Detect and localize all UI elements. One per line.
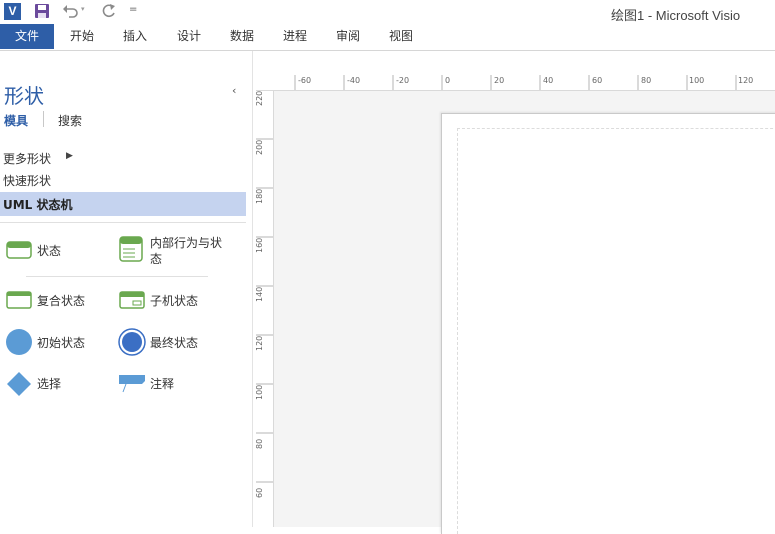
shapes-pane: 形状 ‹ 模具 搜索 更多形状 ▶ 快速形状 UML 状态机 状态 内部行为与状… — [0, 51, 253, 527]
shape-label: 最终状态 — [150, 336, 199, 350]
redo-icon[interactable] — [101, 3, 117, 19]
shape-initial-state[interactable]: 初始状态 — [4, 327, 114, 357]
visio-logo-icon[interactable]: V — [4, 3, 21, 20]
state-icon — [6, 241, 32, 259]
shape-submachine-state[interactable]: 子机状态 — [117, 286, 237, 316]
divider — [0, 222, 246, 223]
ruler-label: -20 — [396, 76, 410, 85]
tab-file[interactable]: 文件 — [0, 24, 54, 49]
horizontal-ruler[interactable]: -60 -40 -20 0 20 40 60 80 100 120 — [273, 72, 775, 91]
undo-icon[interactable] — [62, 3, 80, 19]
ruler-label: 140 — [255, 286, 264, 302]
ruler-ticks — [256, 90, 273, 483]
final-state-icon — [118, 328, 146, 356]
chevron-right-icon[interactable]: ▶ — [66, 151, 73, 161]
shape-label: 子机状态 — [150, 294, 199, 308]
shape-label: 状态 — [37, 244, 62, 258]
undo-dropdown-icon[interactable]: ▾ — [81, 5, 85, 13]
choice-icon — [7, 372, 31, 396]
tab-design[interactable]: 设计 — [177, 24, 201, 49]
save-icon[interactable] — [34, 3, 50, 19]
composite-state-icon — [6, 291, 32, 309]
internal-behavior-icon — [119, 236, 143, 262]
title-bar: V ▾ = 绘图1 - Microsoft Visio — [0, 0, 775, 24]
customize-icon[interactable]: = — [129, 4, 137, 15]
shape-label: 选择 — [37, 377, 62, 391]
shape-internal-behavior-state[interactable]: 内部行为与状态 — [117, 234, 247, 270]
shape-label: 复合状态 — [37, 294, 86, 308]
tab-process[interactable]: 进程 — [283, 24, 307, 49]
shape-final-state[interactable]: 最终状态 — [117, 327, 237, 357]
ruler-label: 80 — [255, 438, 264, 449]
more-shapes-link[interactable]: 更多形状 — [3, 150, 51, 167]
ruler-label: 100 — [689, 76, 705, 85]
window-title: 绘图1 - Microsoft Visio — [611, 8, 741, 23]
stencil-label: UML 状态机 — [3, 198, 73, 212]
ruler-label: 0 — [445, 76, 451, 85]
ruler-label: 120 — [738, 76, 754, 85]
shape-state[interactable]: 状态 — [4, 234, 114, 268]
divider — [43, 111, 44, 127]
ruler-label: 220 — [255, 90, 264, 106]
ruler-corner — [253, 72, 273, 90]
ruler-label: 20 — [494, 76, 505, 85]
ruler-label: 60 — [255, 487, 264, 498]
ruler-label: 200 — [255, 139, 264, 155]
vertical-ruler[interactable]: 220 200 180 160 140 120 100 80 60 — [253, 90, 274, 527]
shape-note[interactable]: 注释 — [117, 369, 237, 399]
tab-review[interactable]: 审阅 — [336, 24, 360, 49]
ruler-label: 80 — [641, 76, 652, 85]
ruler-label: 40 — [543, 76, 554, 85]
ruler-label: -60 — [298, 76, 312, 85]
shape-label: 内部行为与状态 — [150, 236, 223, 266]
tab-search[interactable]: 搜索 — [58, 112, 82, 129]
submachine-state-icon — [119, 291, 145, 309]
pane-title: 形状 — [4, 84, 44, 108]
tab-data[interactable]: 数据 — [230, 24, 254, 49]
ruler-label: 60 — [592, 76, 603, 85]
ruler-label: 100 — [255, 384, 264, 400]
shape-choice[interactable]: 选择 — [4, 369, 114, 399]
ruler-label: 180 — [255, 188, 264, 204]
initial-state-icon — [6, 329, 32, 355]
tab-home[interactable]: 开始 — [70, 24, 94, 49]
page-margin-guide — [457, 128, 775, 534]
ribbon-tabs: 文件 开始 插入 设计 数据 进程 审阅 视图 — [0, 24, 775, 51]
ruler-label: 120 — [255, 335, 264, 351]
ruler-label: 160 — [255, 237, 264, 253]
shape-label: 注释 — [150, 377, 175, 391]
shape-label: 初始状态 — [37, 336, 86, 350]
ruler-label: -40 — [347, 76, 361, 85]
tab-stencils[interactable]: 模具 — [4, 112, 28, 129]
tab-view[interactable]: 视图 — [389, 24, 413, 49]
divider — [26, 276, 208, 277]
shape-composite-state[interactable]: 复合状态 — [4, 286, 114, 316]
stencil-uml-state-machine[interactable]: UML 状态机 — [0, 192, 246, 216]
collapse-pane-icon[interactable]: ‹ — [232, 84, 236, 97]
tab-insert[interactable]: 插入 — [123, 24, 147, 49]
quick-shapes-link[interactable]: 快速形状 — [3, 172, 51, 189]
note-icon — [119, 375, 145, 393]
